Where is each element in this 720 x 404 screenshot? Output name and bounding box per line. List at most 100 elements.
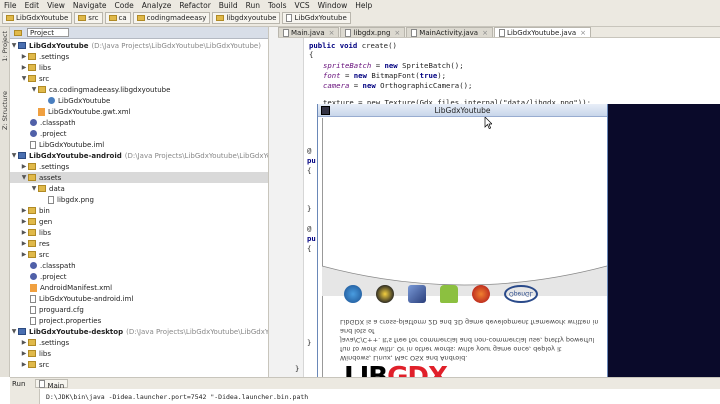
code-text: = <box>371 61 385 70</box>
tree-item[interactable]: ▼ LibGdxYoutube (D:\Java Projects\LibGdxYo… <box>10 40 268 51</box>
expand-arrow-icon[interactable]: ▶ <box>20 207 28 214</box>
menu-view[interactable]: View <box>47 1 65 10</box>
app-window-titlebar[interactable]: LibGdxYoutube <box>318 104 607 117</box>
tree-item[interactable]: ▶ bin <box>10 205 268 216</box>
code-text: BitmapFont( <box>371 71 420 80</box>
expand-arrow-icon[interactable]: ▼ <box>30 86 38 93</box>
tree-item[interactable]: ▼ LibGdxYoutube-desktop (D:\Java Projects\… <box>10 326 268 337</box>
tree-item[interactable]: LibGdxYoutube.iml <box>10 139 268 150</box>
tab-libgdx-png[interactable]: libgdx.png × <box>340 27 406 37</box>
menu-edit[interactable]: Edit <box>25 1 40 10</box>
tree-item-label: bin <box>39 206 50 215</box>
expand-arrow-icon[interactable]: ▶ <box>20 251 28 258</box>
module-icon <box>18 152 26 159</box>
expand-arrow-icon[interactable]: ▼ <box>10 152 18 159</box>
tree-item[interactable]: LibGdxYoutube.gwt.xml <box>10 106 268 117</box>
tree-item[interactable]: ▶ src <box>10 249 268 260</box>
menu-run[interactable]: Run <box>246 1 260 10</box>
expand-arrow-icon[interactable]: ▼ <box>10 328 18 335</box>
code-keyword: pu <box>307 234 316 243</box>
tree-item[interactable]: proguard.cfg <box>10 304 268 315</box>
expand-arrow-icon[interactable]: ▶ <box>20 64 28 71</box>
expand-arrow-icon[interactable]: ▶ <box>20 163 28 170</box>
app-window[interactable]: LibGdxYoutube OpenGL Windows, Linux, Mac… <box>317 104 608 404</box>
tree-item-path: (D:\Java Projects\LibGdxYoutube\LibGdxYo… <box>91 41 261 50</box>
tree-item[interactable]: ▶ .settings <box>10 161 268 172</box>
breadcrumb-label: LibGdxYoutube <box>16 14 69 22</box>
classpath-file-icon <box>30 262 37 269</box>
menu-file[interactable]: File <box>4 1 17 10</box>
tree-item[interactable]: .project <box>10 128 268 139</box>
platform-logos: OpenGL <box>344 282 552 306</box>
tree-item[interactable]: ▼ LibGdxYoutube-android (D:\Java Projects\… <box>10 150 268 161</box>
menu-build[interactable]: Build <box>219 1 238 10</box>
module-icon <box>18 42 26 49</box>
tree-item[interactable]: ▼ ca.codingmadeeasy.libgdxyoutube <box>10 84 268 95</box>
tree-item[interactable]: libgdx.png <box>10 194 268 205</box>
folder-icon <box>28 174 36 181</box>
tree-item[interactable]: ▶ libs <box>10 62 268 73</box>
tree-item[interactable]: project.properties <box>10 315 268 326</box>
menu-help[interactable]: Help <box>355 1 372 10</box>
menu-code[interactable]: Code <box>115 1 134 10</box>
close-icon[interactable]: × <box>329 29 335 37</box>
expand-arrow-icon[interactable]: ▶ <box>20 350 28 357</box>
menu-refactor[interactable]: Refactor <box>179 1 210 10</box>
tree-item[interactable]: ▶ libs <box>10 348 268 359</box>
tree-item[interactable]: .project <box>10 271 268 282</box>
breadcrumb-class[interactable]: LibGdxYoutube <box>282 12 351 24</box>
project-tool-tab[interactable]: 1: Project <box>1 31 9 62</box>
tree-item[interactable]: ▶ gen <box>10 216 268 227</box>
run-console[interactable]: D:\JDK\bin\java -Didea.launcher.port=754… <box>10 389 720 404</box>
close-icon[interactable]: × <box>580 29 586 37</box>
tab-main-java[interactable]: Main.java × <box>278 27 340 37</box>
menu-tools[interactable]: Tools <box>268 1 286 10</box>
opengl-label: OpenGL <box>508 290 534 298</box>
breadcrumb: LibGdxYoutube src ca codingmadeeasy libg… <box>0 10 720 27</box>
run-tab-main[interactable]: Main <box>35 379 69 390</box>
structure-tool-tab[interactable]: Z: Structure <box>1 91 9 130</box>
menu-analyze[interactable]: Analyze <box>142 1 172 10</box>
expand-arrow-icon[interactable]: ▼ <box>20 174 28 181</box>
code-line: { <box>309 50 314 59</box>
menu-navigate[interactable]: Navigate <box>73 1 107 10</box>
tree-item[interactable]: ▶ src <box>10 359 268 370</box>
menu-window[interactable]: Window <box>318 1 348 10</box>
tree-item[interactable]: ▶ .settings <box>10 51 268 62</box>
breadcrumb-src[interactable]: src <box>74 12 103 24</box>
code-text: OrthographicCamera(); <box>380 81 473 90</box>
breadcrumb-codingmadeeasy[interactable]: codingmadeeasy <box>132 12 211 24</box>
tree-item[interactable]: .classpath <box>10 260 268 271</box>
close-icon[interactable]: × <box>394 29 400 37</box>
expand-arrow-icon[interactable]: ▶ <box>20 53 28 60</box>
expand-arrow-icon[interactable]: ▶ <box>20 240 28 247</box>
tree-item[interactable]: .classpath <box>10 117 268 128</box>
expand-arrow-icon[interactable]: ▶ <box>20 229 28 236</box>
close-icon[interactable]: × <box>482 29 488 37</box>
project-view-selector[interactable]: Project <box>27 28 69 37</box>
expand-arrow-icon[interactable]: ▼ <box>30 185 38 192</box>
tree-item[interactable]: ▶ res <box>10 238 268 249</box>
tree-item-label: proguard.cfg <box>39 305 84 314</box>
tree-item[interactable]: LibGdxYoutube <box>10 95 268 106</box>
expand-arrow-icon[interactable]: ▶ <box>20 218 28 225</box>
tree-item[interactable]: ▶ .settings <box>10 337 268 348</box>
tab-libgdxyoutube-java[interactable]: LibGdxYoutube.java × <box>493 27 592 37</box>
expand-arrow-icon[interactable]: ▶ <box>20 361 28 368</box>
expand-arrow-icon[interactable]: ▼ <box>10 42 18 49</box>
breadcrumb-libgdxyoutube[interactable]: libgdxyoutube <box>212 12 281 24</box>
run-tool-window-header: Run Main <box>10 377 720 390</box>
tree-item[interactable]: ▶ libs <box>10 227 268 238</box>
tab-mainactivity-java[interactable]: MainActivity.java × <box>406 27 493 37</box>
expand-arrow-icon[interactable]: ▼ <box>20 75 28 82</box>
tree-item[interactable]: LibGdxYoutube-android.iml <box>10 293 268 304</box>
tree-item[interactable]: AndroidManifest.xml <box>10 282 268 293</box>
mac-logo-icon <box>408 285 426 303</box>
tree-item[interactable]: ▼ src <box>10 73 268 84</box>
expand-arrow-icon[interactable]: ▶ <box>20 339 28 346</box>
tree-item-selected[interactable]: ▼ assets <box>10 172 268 183</box>
breadcrumb-ca[interactable]: ca <box>104 12 131 24</box>
tree-item[interactable]: ▼ data <box>10 183 268 194</box>
breadcrumb-project[interactable]: LibGdxYoutube <box>2 12 73 24</box>
menu-vcs[interactable]: VCS <box>294 1 309 10</box>
